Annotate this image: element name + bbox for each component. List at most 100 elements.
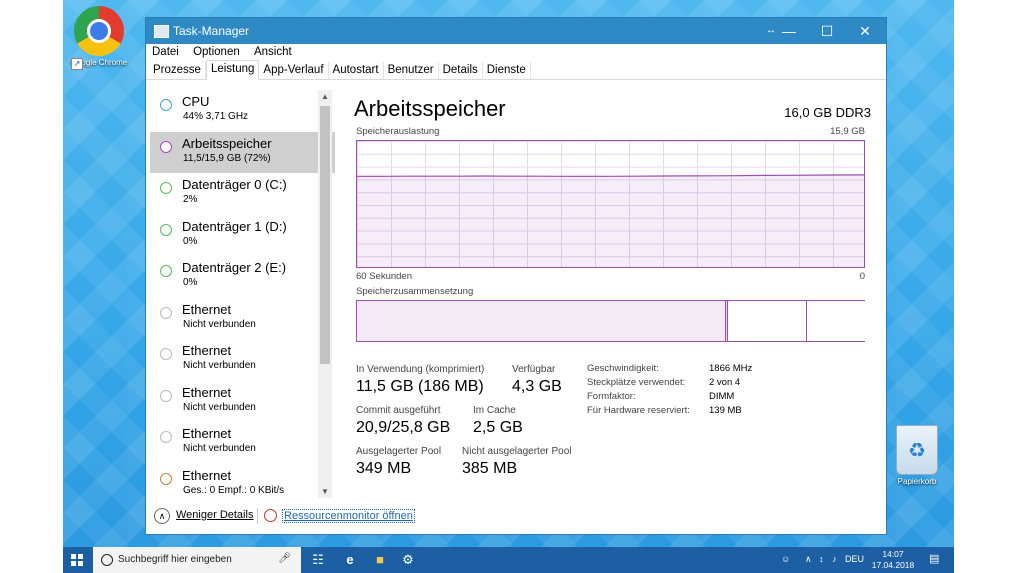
recycle-bin-icon bbox=[896, 425, 938, 475]
sidebar-item-disk-0[interactable]: Datenträger 0 (C:) 2% bbox=[150, 173, 335, 215]
scroll-down-icon[interactable]: ▼ bbox=[318, 487, 332, 496]
task-view-icon[interactable]: ☷ bbox=[309, 552, 327, 568]
sidebar-item-label: Ethernet bbox=[182, 384, 232, 400]
detail-value: 2 von 4 bbox=[709, 377, 741, 388]
windows-start-icon[interactable] bbox=[71, 554, 83, 566]
sidebar-item-ethernet-2[interactable]: Ethernet Nicht verbunden bbox=[150, 339, 335, 381]
volume-icon[interactable]: ♪ bbox=[832, 554, 837, 564]
desktop-icon-label: Papierkorb bbox=[897, 477, 937, 486]
detail-value: 1866 MHz bbox=[709, 363, 753, 374]
title-bar[interactable]: Task-Manager ↔ — ☐ ✕ bbox=[146, 18, 886, 44]
maximize-button[interactable]: ☐ bbox=[808, 18, 846, 44]
sidebar-item-ethernet-3[interactable]: Ethernet Nicht verbunden bbox=[150, 381, 335, 423]
edge-icon[interactable]: e bbox=[341, 552, 359, 568]
tab-app-verlauf[interactable]: App-Verlauf bbox=[259, 62, 329, 79]
divider bbox=[257, 508, 258, 524]
disk-circle-icon bbox=[160, 182, 172, 194]
sidebar-item-sub: 11,5/15,9 GB (72%) bbox=[183, 152, 271, 164]
paged-pool-value: 349 MB bbox=[356, 460, 412, 477]
tab-dienste[interactable]: Dienste bbox=[483, 62, 531, 79]
sidebar-item-ethernet-4[interactable]: Ethernet Nicht verbunden bbox=[150, 422, 335, 464]
network-icon[interactable]: ↕ bbox=[819, 554, 824, 564]
sidebar-scrollbar[interactable]: ▲ ▼ bbox=[318, 90, 332, 498]
search-box[interactable]: Suchbegriff hier eingeben 🎤︎ bbox=[93, 547, 301, 573]
task-manager-icon bbox=[154, 25, 169, 38]
sidebar-item-sub: 0% bbox=[183, 277, 198, 288]
sidebar-item-sub: 44% 3,71 GHz bbox=[183, 111, 249, 122]
window-title: Task-Manager bbox=[173, 24, 250, 38]
detail-key: Steckplätze verwendet: bbox=[587, 377, 686, 388]
available-label: Verfügbar bbox=[512, 364, 556, 375]
tab-benutzer[interactable]: Benutzer bbox=[384, 62, 439, 79]
resource-monitor-link[interactable]: Ressourcenmonitor öffnen bbox=[282, 509, 415, 523]
in-use-value: 11,5 GB (186 MB) bbox=[356, 378, 484, 395]
sidebar-item-sub: Nicht verbunden bbox=[183, 443, 256, 454]
sidebar-item-disk-2[interactable]: Datenträger 2 (E:) 0% bbox=[150, 256, 335, 298]
desktop-icon-recycle-bin[interactable]: Papierkorb bbox=[881, 425, 953, 486]
fewer-details-button[interactable]: Weniger Details bbox=[176, 509, 253, 521]
scrollbar-thumb[interactable] bbox=[320, 106, 330, 364]
sidebar-item-label: Ethernet bbox=[182, 426, 232, 441]
menu-datei[interactable]: Datei bbox=[152, 44, 179, 61]
sidebar-item-label: Datenträger 2 (E:) bbox=[182, 260, 287, 275]
file-explorer-icon[interactable]: ■ bbox=[371, 552, 389, 568]
sidebar-item-sub: Nicht verbunden bbox=[183, 318, 256, 330]
commit-value: 20,9/25,8 GB bbox=[356, 419, 451, 436]
sidebar-item-label: Ethernet bbox=[182, 301, 232, 317]
available-value: 4,3 GB bbox=[512, 378, 562, 395]
minimize-button[interactable]: — bbox=[770, 18, 808, 44]
sidebar-item-cpu[interactable]: CPU 44% 3,71 GHz bbox=[150, 90, 335, 132]
settings-gear-icon[interactable]: ⚙ bbox=[399, 552, 417, 568]
task-manager-window: Task-Manager ↔ — ☐ ✕ Datei Optionen Ansi… bbox=[145, 17, 887, 535]
sidebar-item-ethernet-1[interactable]: Ethernet Nicht verbunden bbox=[150, 298, 335, 340]
composition-in-use bbox=[357, 301, 726, 341]
memory-spec: 16,0 GB DDR3 bbox=[784, 105, 871, 120]
microphone-icon[interactable]: 🎤︎ bbox=[278, 553, 291, 564]
commit-label: Commit ausgeführt bbox=[356, 405, 441, 416]
cortana-icon bbox=[101, 554, 113, 566]
scroll-up-icon[interactable]: ▲ bbox=[318, 92, 332, 101]
composition-label: Speicherzusammensetzung bbox=[356, 286, 474, 297]
sidebar-item-sub: Nicht verbunden bbox=[183, 401, 256, 413]
action-center-icon[interactable]: ▤ bbox=[929, 552, 939, 565]
sidebar-item-memory[interactable]: Arbeitsspeicher 11,5/15,9 GB (72%) bbox=[150, 131, 335, 173]
nonpaged-pool-value: 385 MB bbox=[462, 460, 518, 477]
cpu-circle-icon bbox=[160, 99, 172, 111]
chevron-up-icon[interactable]: ∧ bbox=[154, 508, 170, 524]
desktop-icon-chrome[interactable]: ↗ Google Chrome bbox=[63, 6, 135, 70]
detail-key: Für Hardware reserviert: bbox=[587, 405, 690, 416]
menu-bar: Datei Optionen Ansicht bbox=[146, 44, 886, 61]
sidebar-item-label: CPU bbox=[182, 94, 210, 109]
usage-graph-label: Speicherauslastung bbox=[356, 126, 440, 137]
sidebar-item-disk-1[interactable]: Datenträger 1 (D:) 0% bbox=[150, 215, 335, 257]
menu-optionen[interactable]: Optionen bbox=[193, 44, 240, 61]
cache-label: Im Cache bbox=[473, 405, 516, 416]
sidebar-item-label: Arbeitsspeicher bbox=[182, 135, 272, 151]
disk-circle-icon bbox=[160, 223, 172, 236]
in-use-label: In Verwendung (komprimiert) bbox=[356, 364, 485, 375]
page-title: Arbeitsspeicher bbox=[354, 96, 506, 121]
sidebar-item-label: Ethernet bbox=[182, 343, 232, 358]
sidebar-item-label: Datenträger 0 (C:) bbox=[182, 177, 287, 192]
language-indicator[interactable]: DEU bbox=[845, 554, 864, 564]
taskbar: Suchbegriff hier eingeben 🎤︎ ☷ e ■ ⚙ ☺ ∧… bbox=[63, 547, 954, 573]
detail-value: 139 MB bbox=[709, 405, 742, 416]
tab-autostart[interactable]: Autostart bbox=[329, 62, 384, 79]
detail-key: Geschwindigkeit: bbox=[587, 363, 659, 374]
sidebar-item-sub: 2% bbox=[183, 194, 198, 205]
sidebar-item-ethernet-5[interactable]: Ethernet Ges.: 0 Empf.: 0 KBit/s bbox=[150, 464, 335, 501]
tab-prozesse[interactable]: Prozesse bbox=[149, 62, 206, 79]
close-button[interactable]: ✕ bbox=[846, 18, 884, 44]
composition-free bbox=[806, 301, 865, 341]
people-icon[interactable]: ☺ bbox=[781, 554, 790, 564]
disk-circle-icon bbox=[160, 265, 172, 277]
clock[interactable]: 14:07 17.04.2018 bbox=[871, 549, 915, 571]
ethernet-circle-icon bbox=[160, 348, 172, 360]
sidebar-item-sub: Ges.: 0 Empf.: 0 KBit/s bbox=[183, 484, 285, 496]
tab-leistung[interactable]: Leistung bbox=[205, 60, 260, 80]
chevron-up-icon[interactable]: ∧ bbox=[805, 554, 812, 565]
tab-details[interactable]: Details bbox=[439, 62, 483, 79]
menu-ansicht[interactable]: Ansicht bbox=[254, 44, 292, 61]
search-placeholder: Suchbegriff hier eingeben bbox=[118, 554, 232, 565]
shortcut-arrow-icon: ↗ bbox=[71, 58, 83, 70]
